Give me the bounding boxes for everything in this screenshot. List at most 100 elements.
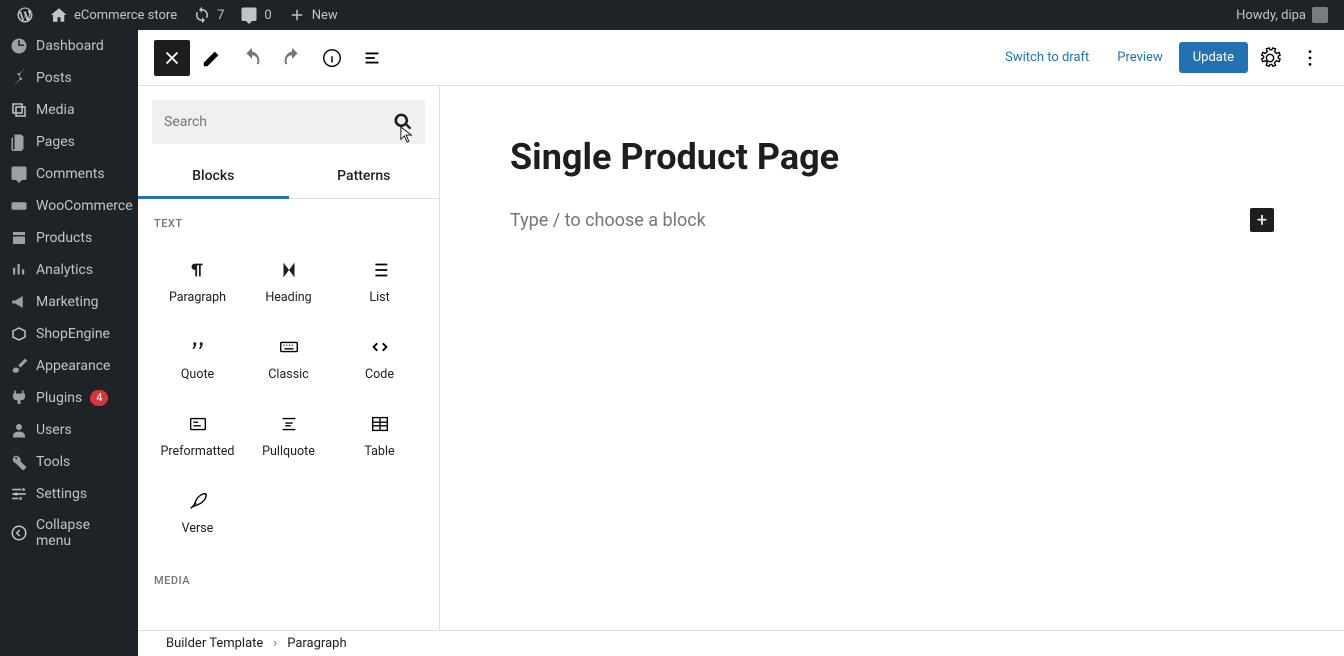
block-label: Quote <box>181 367 214 382</box>
block-label: Paragraph <box>169 290 226 305</box>
wp-logo[interactable] <box>8 0 42 30</box>
sidebar-item-label: WooCommerce <box>36 198 133 214</box>
shopengine-icon <box>10 325 28 343</box>
redo-icon <box>281 47 303 69</box>
undo-icon <box>241 47 263 69</box>
sidebar-item-label: Posts <box>36 70 72 86</box>
code-icon <box>369 336 391 358</box>
sidebar-item-label: Dashboard <box>36 38 104 54</box>
switch-draft-button[interactable]: Switch to draft <box>993 50 1101 65</box>
pullquote-icon <box>278 413 300 435</box>
block-paragraph[interactable]: Paragraph <box>152 242 243 319</box>
plugins-badge: 4 <box>90 390 108 406</box>
block-heading[interactable]: Heading <box>243 242 334 319</box>
sidebar-item-users[interactable]: Users <box>0 414 138 446</box>
gear-icon <box>1259 47 1281 69</box>
updates[interactable]: 7 <box>185 0 232 30</box>
inserter-tabs: Blocks Patterns <box>138 154 439 199</box>
block-placeholder[interactable]: Type / to choose a block <box>510 210 706 231</box>
block-code[interactable]: Code <box>334 319 425 396</box>
undo-button[interactable] <box>234 40 270 76</box>
sidebar-item-label: Appearance <box>36 358 110 374</box>
plug-icon <box>10 389 28 407</box>
block-inserter: Blocks Patterns TEXT Paragraph Heading L… <box>138 86 440 630</box>
block-pullquote[interactable]: Pullquote <box>243 396 334 473</box>
sidebar-item-label: Users <box>36 422 72 438</box>
sidebar-item-label: Media <box>36 102 75 118</box>
sidebar-item-shopengine[interactable]: ShopEngine <box>0 318 138 350</box>
settings-button[interactable] <box>1252 40 1288 76</box>
admin-sidebar: Dashboard Posts Media Pages Comments Woo… <box>0 30 138 656</box>
site-home[interactable]: eCommerce store <box>42 0 185 30</box>
redo-button[interactable] <box>274 40 310 76</box>
block-table[interactable]: Table <box>334 396 425 473</box>
sidebar-item-pages[interactable]: Pages <box>0 126 138 158</box>
block-label: Code <box>365 367 394 382</box>
sidebar-item-comments[interactable]: Comments <box>0 158 138 190</box>
search-icon <box>393 112 413 132</box>
update-button[interactable]: Update <box>1179 42 1248 73</box>
updates-count: 7 <box>217 8 224 23</box>
sidebar-item-posts[interactable]: Posts <box>0 62 138 94</box>
refresh-icon <box>193 6 211 24</box>
sidebar-item-woocommerce[interactable]: WooCommerce <box>0 190 138 222</box>
block-label: Classic <box>268 367 308 382</box>
block-classic[interactable]: Classic <box>243 319 334 396</box>
sidebar-item-tools[interactable]: Tools <box>0 446 138 478</box>
block-label: Pullquote <box>262 444 315 459</box>
editor-canvas[interactable]: Single Product Page Type / to choose a b… <box>440 86 1344 630</box>
media-icon <box>10 101 28 119</box>
woo-icon <box>10 197 28 215</box>
block-quote[interactable]: Quote <box>152 319 243 396</box>
sidebar-item-appearance[interactable]: Appearance <box>0 350 138 382</box>
comments-count-label: 0 <box>264 8 271 23</box>
list-icon <box>369 259 391 281</box>
comments-count[interactable]: 0 <box>232 0 279 30</box>
editor-toolbar: Switch to draft Preview Update <box>138 30 1344 86</box>
pin-icon <box>10 69 28 87</box>
sidebar-collapse[interactable]: Collapse menu <box>0 510 138 556</box>
details-button[interactable] <box>314 40 350 76</box>
user-icon <box>10 421 28 439</box>
block-label: Table <box>364 444 394 459</box>
dots-vertical-icon <box>1299 47 1321 69</box>
block-list[interactable]: List <box>334 242 425 319</box>
edit-tool-button[interactable] <box>194 40 230 76</box>
howdy-user[interactable]: Howdy, dipa <box>1228 0 1336 30</box>
sidebar-item-products[interactable]: Products <box>0 222 138 254</box>
sidebar-item-label: Plugins <box>36 390 82 406</box>
pencil-icon <box>201 47 223 69</box>
block-verse[interactable]: Verse <box>152 473 243 550</box>
howdy-label: Howdy, dipa <box>1236 8 1306 23</box>
sidebar-item-marketing[interactable]: Marketing <box>0 286 138 318</box>
sidebar-item-dashboard[interactable]: Dashboard <box>0 30 138 62</box>
sidebar-item-settings[interactable]: Settings <box>0 478 138 510</box>
sidebar-item-plugins[interactable]: Plugins 4 <box>0 382 138 414</box>
sidebar-item-media[interactable]: Media <box>0 94 138 126</box>
sidebar-item-label: Marketing <box>36 294 99 310</box>
block-preformatted[interactable]: Preformatted <box>152 396 243 473</box>
tab-blocks[interactable]: Blocks <box>138 154 289 198</box>
sidebar-item-analytics[interactable]: Analytics <box>0 254 138 286</box>
search-input[interactable] <box>164 114 393 130</box>
quote-icon <box>187 336 209 358</box>
avatar <box>1312 7 1328 23</box>
preview-button[interactable]: Preview <box>1105 50 1174 65</box>
outline-button[interactable] <box>354 40 390 76</box>
tab-patterns[interactable]: Patterns <box>289 154 440 198</box>
megaphone-icon <box>10 293 28 311</box>
heading-icon <box>278 259 300 281</box>
new-content[interactable]: New <box>280 0 346 30</box>
breadcrumb-root[interactable]: Builder Template <box>166 636 263 651</box>
pages-icon <box>10 133 28 151</box>
close-icon <box>161 47 183 69</box>
comment-icon <box>10 165 28 183</box>
sidebar-item-label: Products <box>36 230 92 246</box>
add-block-button[interactable]: + <box>1250 208 1274 232</box>
analytics-icon <box>10 261 28 279</box>
site-name-label: eCommerce store <box>74 8 177 23</box>
breadcrumb-current[interactable]: Paragraph <box>287 636 346 651</box>
page-title[interactable]: Single Product Page <box>510 136 1274 178</box>
close-inserter-button[interactable] <box>154 40 190 76</box>
more-options-button[interactable] <box>1292 40 1328 76</box>
